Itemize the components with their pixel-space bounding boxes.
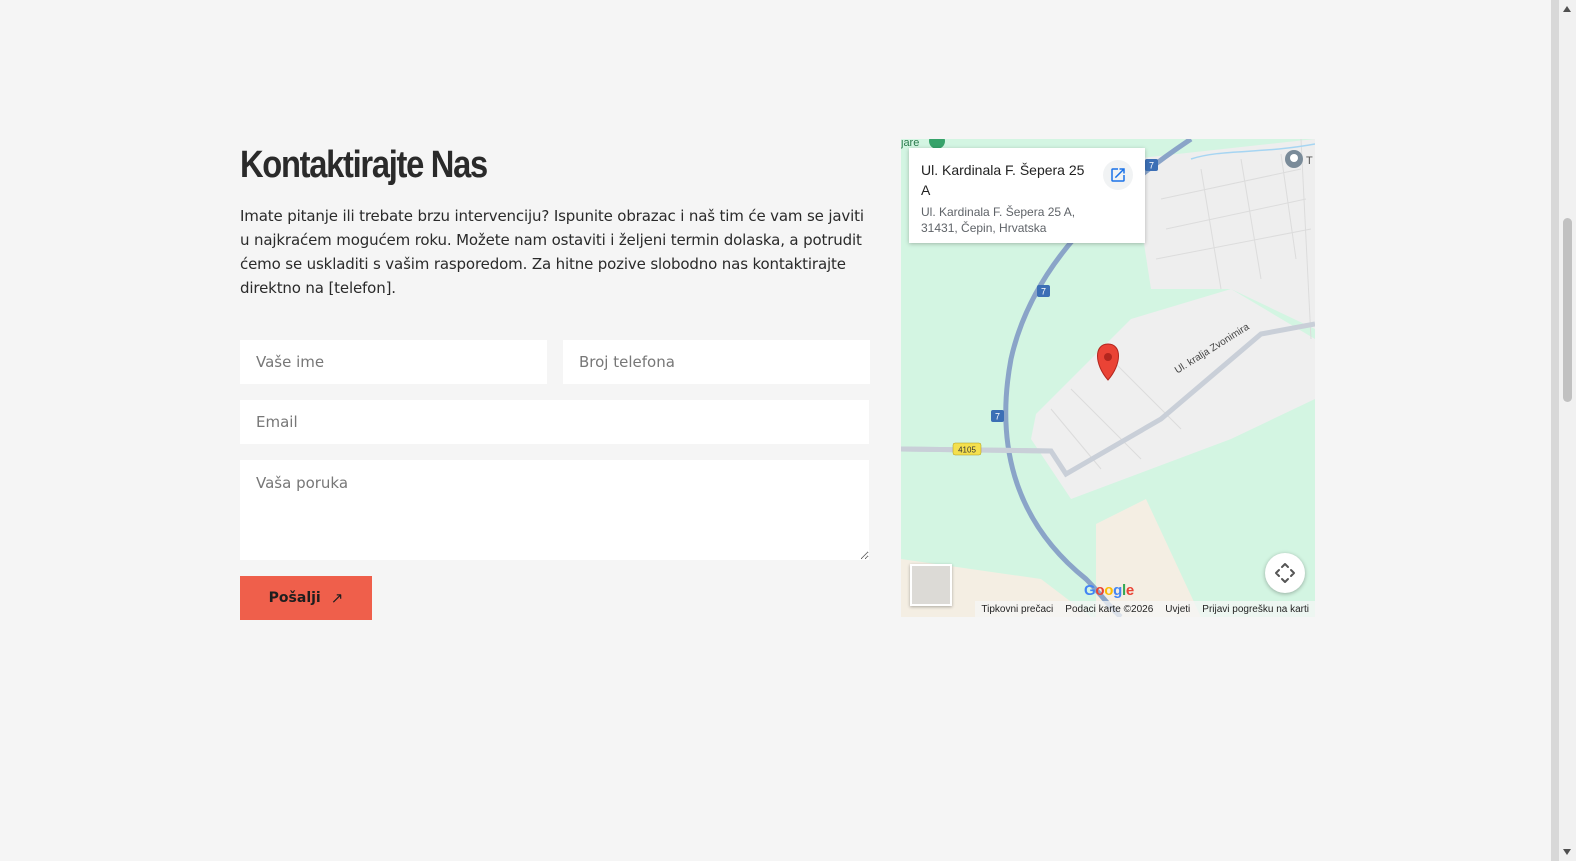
road-shield-7-low: 7 bbox=[991, 410, 1004, 422]
scrollbar-thumb[interactable] bbox=[1563, 218, 1572, 402]
fullscreen-button[interactable] bbox=[1265, 553, 1305, 593]
phone-input[interactable] bbox=[563, 340, 870, 384]
page-edge bbox=[1551, 0, 1559, 861]
place-address: Ul. Kardinala F. Šepera 25 A, 31431, Čep… bbox=[921, 205, 1076, 235]
svg-text:7: 7 bbox=[995, 412, 1000, 422]
contact-form-column: Kontaktirajte Nas Imate pitanje ili treb… bbox=[240, 139, 870, 620]
road-shield-7-top: 7 bbox=[1145, 159, 1158, 171]
contact-intro-text: Imate pitanje ili trebate brzu intervenc… bbox=[240, 207, 864, 297]
map-field-area bbox=[1096, 499, 1201, 617]
place-info-card: Ul. Kardinala F. Šepera 25 A Ul. Kardina… bbox=[909, 148, 1145, 243]
contact-section: Kontaktirajte Nas Imate pitanje ili treb… bbox=[240, 139, 1315, 620]
svg-text:4105: 4105 bbox=[958, 446, 976, 455]
move-arrows-icon bbox=[1275, 563, 1295, 583]
google-logo: Google bbox=[1084, 582, 1134, 599]
map-footer: Tipkovni prečaci Podaci karte ©2026 Uvje… bbox=[975, 601, 1315, 617]
scroll-down-arrow-icon[interactable] bbox=[1563, 849, 1571, 855]
road-shield-7-mid: 7 bbox=[1037, 285, 1050, 297]
svg-text:7: 7 bbox=[1041, 287, 1046, 297]
arrow-up-right-icon: ↗ bbox=[330, 589, 344, 607]
map-poi-pin-icon[interactable] bbox=[1285, 150, 1303, 168]
submit-button-label: Pošalji bbox=[268, 590, 321, 606]
external-link-icon bbox=[1111, 168, 1125, 182]
page-title: Kontaktirajte Nas bbox=[240, 144, 488, 186]
name-phone-row bbox=[240, 340, 870, 384]
contact-form: Pošalji ↗ bbox=[240, 340, 870, 620]
scroll-up-arrow-icon[interactable] bbox=[1563, 6, 1571, 12]
open-in-maps-button[interactable] bbox=[1103, 160, 1133, 190]
map-type-toggle-button[interactable] bbox=[910, 564, 952, 606]
terms-link[interactable]: Uvjeti bbox=[1165, 604, 1190, 615]
submit-button[interactable]: Pošalji ↗ bbox=[240, 576, 372, 620]
svg-text:7: 7 bbox=[1149, 161, 1154, 171]
map-label-fragment-right: T bbox=[1306, 155, 1313, 167]
name-input[interactable] bbox=[240, 340, 547, 384]
keyboard-shortcuts-link[interactable]: Tipkovni prečaci bbox=[981, 604, 1053, 615]
place-title: Ul. Kardinala F. Šepera 25 A bbox=[921, 162, 1085, 198]
road-shield-4105: 4105 bbox=[952, 442, 982, 456]
email-input[interactable] bbox=[240, 400, 869, 444]
map-data-credit: Podaci karte ©2026 bbox=[1065, 603, 1154, 615]
report-error-link[interactable]: Prijavi pogrešku na karti bbox=[1202, 604, 1309, 615]
google-map[interactable]: 7 7 7 4105 jare T Ul. kralja Zvonimira U… bbox=[901, 139, 1315, 617]
message-textarea[interactable] bbox=[240, 460, 869, 560]
page-scrollbar[interactable] bbox=[1559, 0, 1576, 861]
